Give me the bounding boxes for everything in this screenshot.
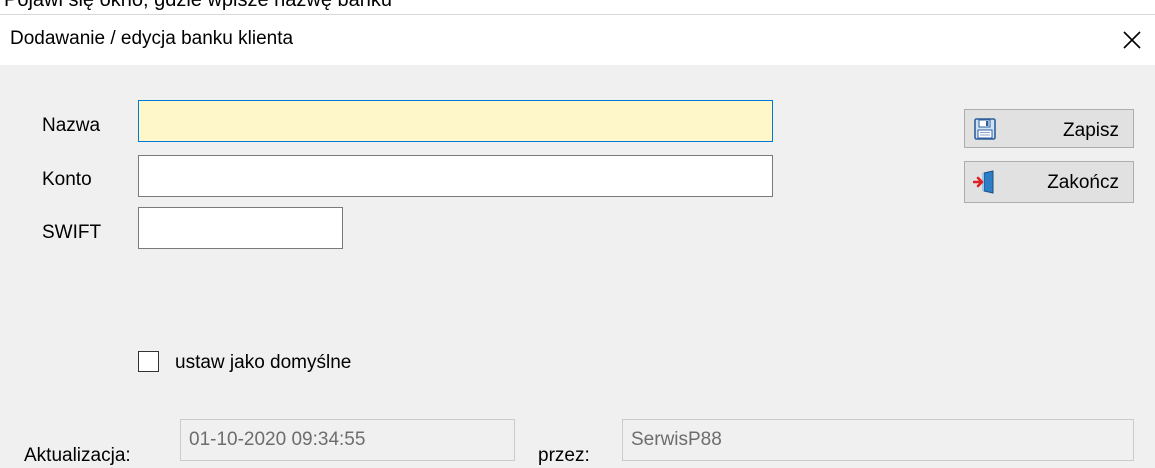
updated-by-label: przez: xyxy=(538,445,590,466)
close-icon xyxy=(1123,31,1141,49)
dialog-title: Dodawanie / edycja banku klienta xyxy=(10,28,294,49)
background-text-fragment: Pojawi się okno, gdzie wpisze nazwę bank… xyxy=(0,0,1155,14)
updated-field xyxy=(180,419,515,461)
background-hint-text: Pojawi się okno, gdzie wpisze nazwę bank… xyxy=(4,0,392,11)
save-button[interactable]: Zapisz xyxy=(964,109,1134,148)
account-label: Konto xyxy=(42,169,92,190)
updated-label: Aktualizacja: xyxy=(24,445,131,466)
default-checkbox[interactable] xyxy=(138,351,159,372)
swift-label: SWIFT xyxy=(42,222,102,243)
exit-button-label: Zakończ xyxy=(1047,172,1119,193)
dialog-window: Dodawanie / edycja banku klienta Nazwa K… xyxy=(0,14,1155,468)
default-checkbox-label[interactable]: ustaw jako domyślne xyxy=(175,352,351,374)
name-label: Nazwa xyxy=(42,115,101,136)
close-button[interactable] xyxy=(1109,15,1155,65)
exit-door-icon xyxy=(973,170,994,194)
account-input[interactable] xyxy=(138,155,773,197)
updated-by-field xyxy=(622,419,1134,461)
exit-button[interactable]: Zakończ xyxy=(964,161,1134,203)
swift-input[interactable] xyxy=(138,207,343,249)
floppy-disk-icon xyxy=(974,118,996,140)
save-button-label: Zapisz xyxy=(1063,120,1119,141)
title-bar: Dodawanie / edycja banku klienta xyxy=(0,15,1155,65)
name-input[interactable] xyxy=(138,100,773,142)
